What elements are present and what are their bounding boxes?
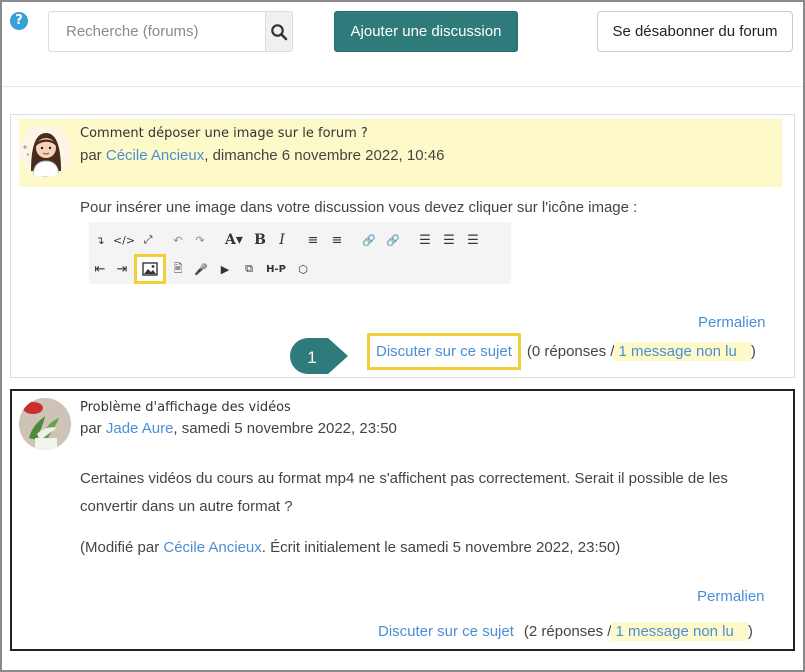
post-byline: par Jade Aure, samedi 5 novembre 2022, 2… [80,420,397,437]
search-icon [271,23,288,40]
edit-prefix: (Modifié par [80,539,164,556]
reply-count: (2 réponses / [523,623,612,640]
align-left-icon: ☰ [419,232,431,248]
post-byline: par Cécile Ancieux, dimanche 6 novembre … [80,147,444,164]
post-subject: Comment déposer une image sur le forum ? [80,126,368,141]
help-icon[interactable]: ? [10,12,28,30]
edit-note: (Modifié par Cécile Ancieux. Écrit initi… [80,539,620,556]
author-link[interactable]: Jade Aure [106,420,174,437]
add-discussion-button[interactable]: Ajouter une discussion [334,11,518,52]
forum-post: Comment déposer une image sur le forum ?… [10,114,795,378]
copy-icon: ⧉ [245,262,253,275]
collapse-icon: ↴ [95,233,105,247]
reply-close: ) [747,623,753,640]
forum-search [48,11,293,52]
post-date: , samedi 5 novembre 2022, 23:50 [173,420,397,437]
author-link[interactable]: Cécile Ancieux [106,147,204,164]
avatar-plant-icon [19,398,71,450]
divider [2,86,803,87]
link-icon: 🔗 [362,233,376,247]
post-subject: Problème d'affichage des vidéos [80,400,291,415]
bold-icon: B [254,232,266,248]
numbered-list-icon: ≡ [331,232,343,248]
editor-toolbar-image: ↴ </> ⤢ ↶ ↷ A ▾ B I ≡ ≡ 🔗 🔗 ☰ ☰ ☰ ⇤ ⇥ 🖹 … [89,222,511,284]
redo-icon: ↷ [195,233,205,247]
box-icon: ⬡ [298,262,308,276]
align-center-icon: ☰ [443,232,455,248]
undo-icon: ↶ [173,233,183,247]
permalink-link[interactable]: Permalien [698,314,766,331]
callout-number: 1 [307,348,316,367]
align-right-icon: ☰ [467,232,479,248]
search-button[interactable] [265,12,292,51]
avatar[interactable] [19,398,71,450]
toolbar-row-1: ↴ </> ⤢ ↶ ↷ A ▾ B I ≡ ≡ 🔗 🔗 ☰ ☰ ☰ [89,226,485,254]
callout-marker: 1 [288,336,350,376]
italic-icon: I [279,232,285,248]
discuss-topic-link[interactable]: Discuter sur ce sujet [376,343,512,360]
media-file-icon: 🖹 [173,261,183,275]
edit-author-link[interactable]: Cécile Ancieux [163,539,261,556]
unsubscribe-forum-button[interactable]: Se désabonner du forum [597,11,793,52]
discuss-topic-link[interactable]: Discuter sur ce sujet [378,623,514,640]
by-label: par [80,147,102,164]
permalink-link[interactable]: Permalien [697,588,765,605]
toolbar-row-2: ⇤ ⇥ 🖹 🎤 ▶ ⧉ H-P ⬡ [89,254,315,284]
outdent-icon: ⇤ [94,261,106,277]
callout-arrow-icon: 1 [290,338,348,374]
indent-icon: ⇥ [116,261,128,277]
reply-close: ) [750,343,756,360]
image-icon [134,254,166,284]
h5p-icon: H-P [266,263,286,275]
avatar[interactable] [19,125,71,177]
edit-suffix: . Écrit initialement le samedi 5 novembr… [261,539,621,556]
avatar-woman-icon [23,133,61,177]
search-input[interactable] [49,12,265,51]
microphone-icon: 🎤 [194,262,208,276]
reply-count: (0 réponses / [526,343,615,360]
font-icon: A ▾ [225,232,243,248]
video-camera-icon: ▶ [220,262,230,276]
post-body: Certaines vidéos du cours au format mp4 … [80,470,728,515]
unread-link[interactable]: 1 message non lu [614,342,751,361]
html-icon: </> [112,233,136,247]
unlink-icon: 🔗 [386,233,400,247]
forum-post: Problème d'affichage des vidéos par Jade… [10,389,795,651]
discuss-highlight: Discuter sur ce sujet [367,333,521,370]
post-body: Pour insérer une image dans votre discus… [80,199,638,216]
bullet-list-icon: ≡ [307,232,319,248]
fullscreen-icon: ⤢ [143,233,153,246]
reply-line: Discuter sur ce sujet (0 réponses / 1 me… [367,333,756,370]
post-date: , dimanche 6 novembre 2022, 10:46 [204,147,445,164]
reply-line: Discuter sur ce sujet (2 réponses / 1 me… [378,622,753,641]
by-label: par [80,420,102,437]
unread-link[interactable]: 1 message non lu [611,622,748,641]
